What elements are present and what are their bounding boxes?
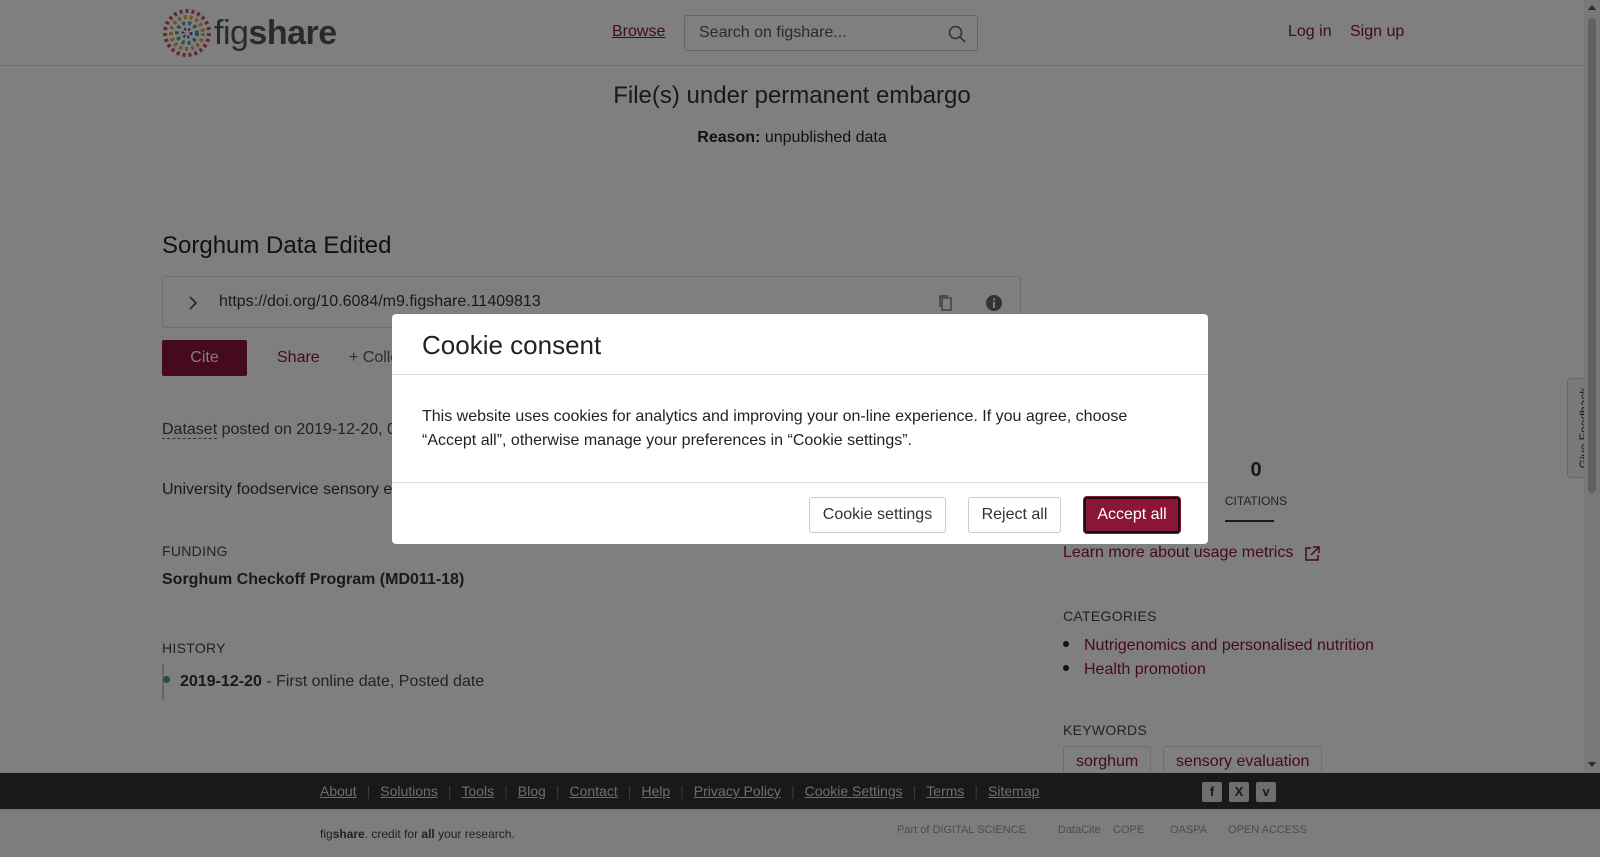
dialog-divider — [392, 482, 1208, 483]
dialog-divider — [392, 374, 1208, 375]
cookie-dialog-body: This website uses cookies for analytics … — [422, 408, 1128, 449]
accept-all-button[interactable]: Accept all — [1084, 497, 1180, 533]
cookie-settings-button[interactable]: Cookie settings — [809, 497, 946, 533]
cookie-consent-dialog: Cookie consent This website uses cookies… — [392, 314, 1208, 544]
reject-all-button[interactable]: Reject all — [968, 497, 1061, 533]
cookie-dialog-title: Cookie consent — [422, 330, 602, 360]
